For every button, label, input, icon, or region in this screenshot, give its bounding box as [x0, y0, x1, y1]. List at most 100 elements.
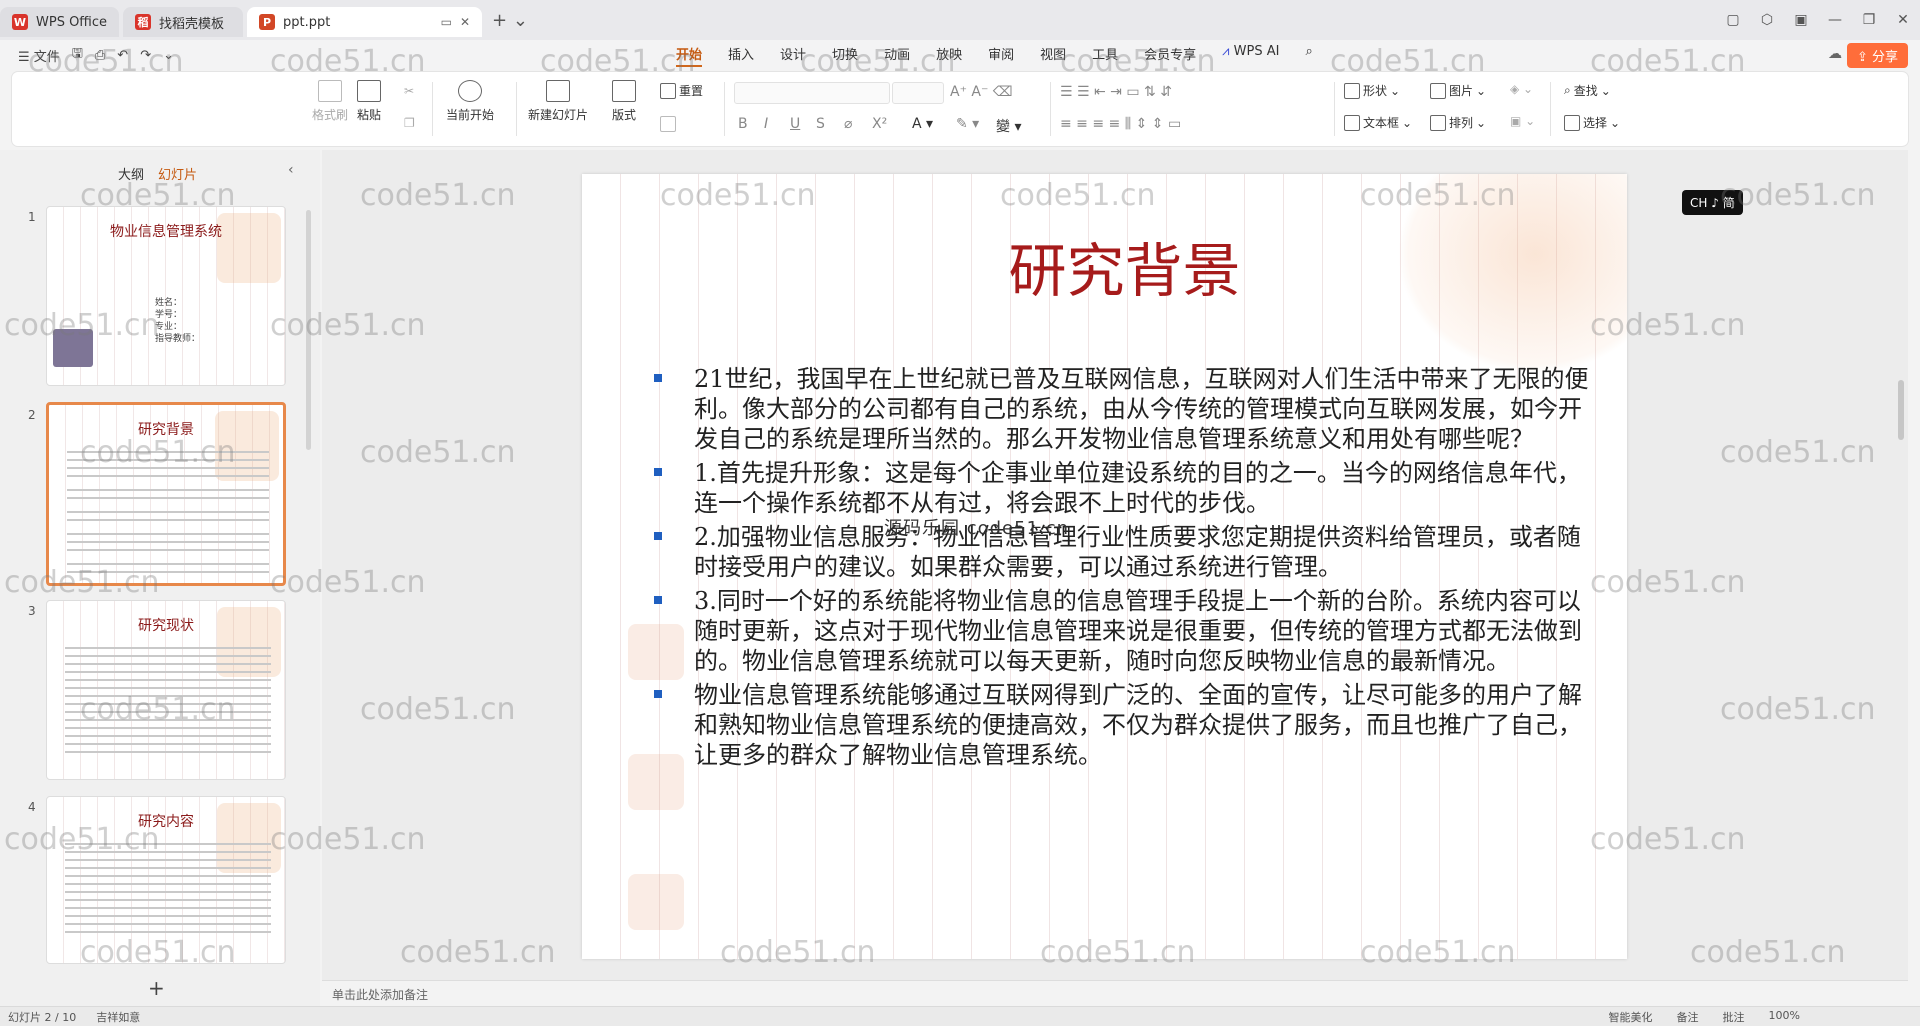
arrange-button[interactable]: 排列 ⌄	[1430, 114, 1486, 131]
thumb-number: 4	[28, 800, 36, 814]
find-label: 查找	[1573, 84, 1598, 98]
editor-scrollbar[interactable]	[1898, 380, 1904, 440]
slide-body-text[interactable]: 21世纪，我国早在上世纪就已普及互联网信息，互联网对人们生活中带来了无限的便利。…	[654, 364, 1594, 774]
smart-beautify-button[interactable]: 智能美化	[1609, 1009, 1653, 1025]
picture-button[interactable]: 图片 ⌄	[1430, 82, 1486, 99]
slide-thumbnail-1[interactable]: 物业信息管理系统 姓名： 学号： 专业： 指导教师：	[46, 206, 286, 386]
thumb-title: 物业信息管理系统	[110, 224, 222, 240]
clear-format-icon[interactable]: ⌀	[844, 116, 852, 132]
add-slide-plus-icon[interactable]: +	[148, 976, 165, 1000]
tab-restore-icon[interactable]: ▭	[441, 15, 452, 29]
bullet-item: 2.加强物业信息服务：物业信息管理行业性质要求您定期提供资料给管理员，或者随时接…	[654, 522, 1594, 582]
tab-docer-templates[interactable]: 稻 找稻壳模板	[123, 7, 244, 37]
shapes-label: 形状	[1363, 84, 1388, 98]
tab-animation[interactable]: 动画	[884, 44, 910, 67]
bullet-text: 21世纪，我国早在上世纪就已普及互联网信息，互联网对人们生活中带来了无限的便利。…	[694, 365, 1589, 453]
tab-view[interactable]: 视图	[1040, 44, 1066, 67]
print-icon[interactable]: ⎙	[95, 48, 105, 63]
wps-ai-button[interactable]: ⩘ WPS AI	[1222, 44, 1279, 67]
tab-slides[interactable]: 幻灯片	[158, 164, 197, 183]
menu-row: ☰ 文件 🖫 ⎙ ↶ ↷ ⌄ 开始 插入 设计 切换 动画 放映 审阅 视图 工…	[0, 40, 1920, 70]
new-slide-button[interactable]: 新建幻灯片	[528, 80, 588, 123]
new-tab-plus-icon[interactable]: + ⌄	[492, 10, 528, 31]
select-button[interactable]: 选择 ⌄	[1564, 114, 1620, 131]
redo-icon[interactable]: ↷	[140, 48, 151, 63]
bullets-icon[interactable]: ☰ ☰ ⇤ ⇥ ▭ ⇅ ⇵	[1060, 84, 1172, 100]
thumb-info-line: 指导教师：	[155, 334, 201, 344]
notes-toggle-button[interactable]: 备注	[1677, 1009, 1699, 1025]
slide-title[interactable]: 研究背景	[582, 224, 1627, 308]
tab-home[interactable]: 开始	[676, 44, 703, 67]
tab-wps-office[interactable]: W WPS Office	[0, 7, 120, 37]
slide-editor-area: 研究背景 21世纪，我国早在上世纪就已普及互联网信息，互联网对人们生活中带来了无…	[322, 150, 1908, 980]
section-icon[interactable]	[660, 116, 676, 132]
italic-icon[interactable]: I	[764, 116, 768, 132]
window-controls: ▢ ⬡ ▣ — ❐ ✕	[1716, 0, 1920, 40]
tab-ppt-file[interactable]: P ppt.ppt ▭ ✕	[247, 7, 483, 37]
avatar[interactable]: ▣	[1784, 12, 1818, 28]
copy-icon[interactable]: ❐	[404, 116, 415, 130]
grow-font-icon[interactable]: A⁺ A⁻ ⌫	[950, 84, 1013, 100]
new-slide-icon	[546, 80, 570, 102]
tab-member[interactable]: 会员专享	[1144, 44, 1196, 67]
highlight-icon[interactable]: ✎ ▾	[956, 116, 979, 132]
align-icons[interactable]: ≡ ≡ ≡ ≡ ⫼ ⇕ ⇕ ▭	[1060, 116, 1181, 132]
reset-button[interactable]: 重置	[660, 82, 703, 99]
textbox-button[interactable]: 文本框 ⌄	[1344, 114, 1412, 131]
slide-thumbnail-4[interactable]: 研究内容	[46, 796, 286, 964]
more-chevron-icon[interactable]: ⌄	[163, 48, 174, 63]
font-size-select[interactable]	[892, 82, 944, 104]
fill-icon[interactable]: ◈ ⌄	[1510, 82, 1533, 96]
underline-icon[interactable]: U	[790, 116, 800, 132]
play-from-current-button[interactable]: 当前开始	[446, 80, 494, 123]
comments-toggle-button[interactable]: 批注	[1723, 1009, 1745, 1025]
cube-icon[interactable]: ⬡	[1750, 12, 1784, 28]
superscript-icon[interactable]: X²	[872, 116, 887, 132]
theme-name[interactable]: 吉祥如意	[96, 1009, 140, 1025]
collapse-panel-icon[interactable]: ‹	[288, 162, 294, 178]
undo-icon[interactable]: ↶	[117, 48, 128, 63]
cut-icon[interactable]: ✂	[404, 84, 414, 98]
font-family-select[interactable]	[734, 82, 890, 104]
font-color-icon[interactable]: A ▾	[912, 116, 933, 132]
slide-thumbnail-2[interactable]: 研究背景	[46, 402, 286, 586]
save-icon[interactable]: 🖫	[72, 44, 83, 66]
zoom-level[interactable]: 100%	[1769, 1009, 1800, 1025]
search-icon[interactable]: ⌕	[1305, 44, 1312, 67]
file-menu[interactable]: ☰ 文件	[18, 46, 60, 65]
bullet-text: 3.同时一个好的系统能将物业信息的信息管理手段提上一个新的台阶。系统内容可以随时…	[694, 587, 1582, 675]
format-painter-label: 格式刷	[312, 108, 349, 122]
tab-design[interactable]: 设计	[780, 44, 806, 67]
tab-insert[interactable]: 插入	[728, 44, 754, 67]
bold-icon[interactable]: B	[738, 116, 748, 132]
maximize-icon[interactable]: ❐	[1852, 12, 1886, 28]
outline-icon[interactable]: ▣ ⌄	[1510, 114, 1535, 128]
thumbnail-scrollbar[interactable]	[306, 210, 311, 450]
tab-close-icon[interactable]: ✕	[460, 15, 470, 29]
tab-transition[interactable]: 切换	[832, 44, 858, 67]
tab-slideshow[interactable]: 放映	[936, 44, 962, 67]
bullet-text: 物业信息管理系统能够通过互联网得到广泛的、全面的宣传，让尽可能多的用户了解和熟知…	[694, 681, 1582, 769]
paste-button[interactable]: 粘贴	[357, 80, 381, 123]
format-painter-button[interactable]: 格式刷	[312, 80, 348, 123]
minimize-icon[interactable]: —	[1818, 12, 1852, 28]
bullet-text: 1.首先提升形象：这是每个企事业单位建设系统的目的之一。当今的网络信息年代，连一…	[694, 459, 1581, 517]
find-button[interactable]: ⌕ 查找 ⌄	[1564, 82, 1611, 99]
tab-review[interactable]: 审阅	[988, 44, 1014, 67]
strike-icon[interactable]: S	[816, 116, 825, 132]
char-spacing-icon[interactable]: 變 ▾	[996, 116, 1021, 136]
bullet-item: 1.首先提升形象：这是每个企事业单位建设系统的目的之一。当今的网络信息年代，连一…	[654, 458, 1594, 518]
tab-outline[interactable]: 大纲	[118, 164, 144, 183]
cloud-sync-icon[interactable]: ☁	[1828, 46, 1842, 62]
notes-area[interactable]: 单击此处添加备注	[322, 980, 1908, 1006]
share-button[interactable]: ⇪ 分享	[1846, 43, 1908, 68]
slide-thumbnail-3[interactable]: 研究现状	[46, 600, 286, 780]
reset-label: 重置	[679, 84, 704, 98]
layout-icon[interactable]: ▢	[1716, 12, 1750, 28]
ime-indicator[interactable]: CH ♪ 简	[1682, 190, 1743, 215]
close-window-icon[interactable]: ✕	[1886, 12, 1920, 28]
tab-tools[interactable]: 工具	[1092, 44, 1118, 67]
layout-button[interactable]: 版式	[612, 80, 636, 123]
current-slide[interactable]: 研究背景 21世纪，我国早在上世纪就已普及互联网信息，互联网对人们生活中带来了无…	[582, 174, 1627, 959]
shapes-button[interactable]: 形状 ⌄	[1344, 82, 1400, 99]
